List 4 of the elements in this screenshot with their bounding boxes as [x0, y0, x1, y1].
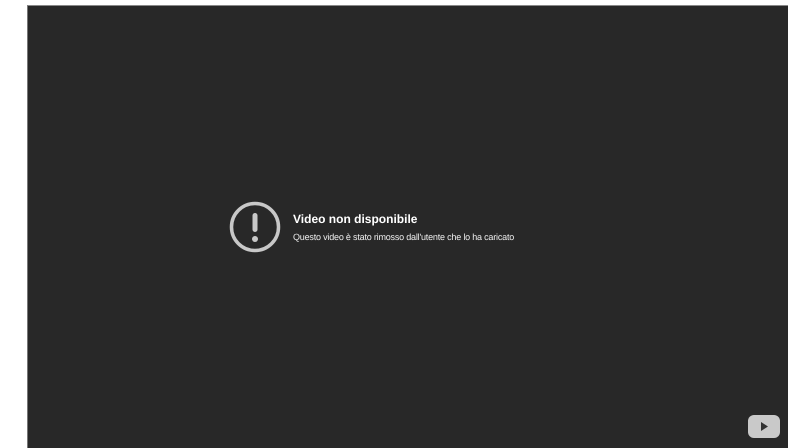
error-message: Questo video è stato rimosso dall'utente che lo ha caricato — [293, 232, 514, 242]
error-title: Video non disponibile — [293, 212, 418, 226]
play-logo-icon[interactable] — [748, 415, 780, 438]
alert-icon — [229, 201, 281, 253]
